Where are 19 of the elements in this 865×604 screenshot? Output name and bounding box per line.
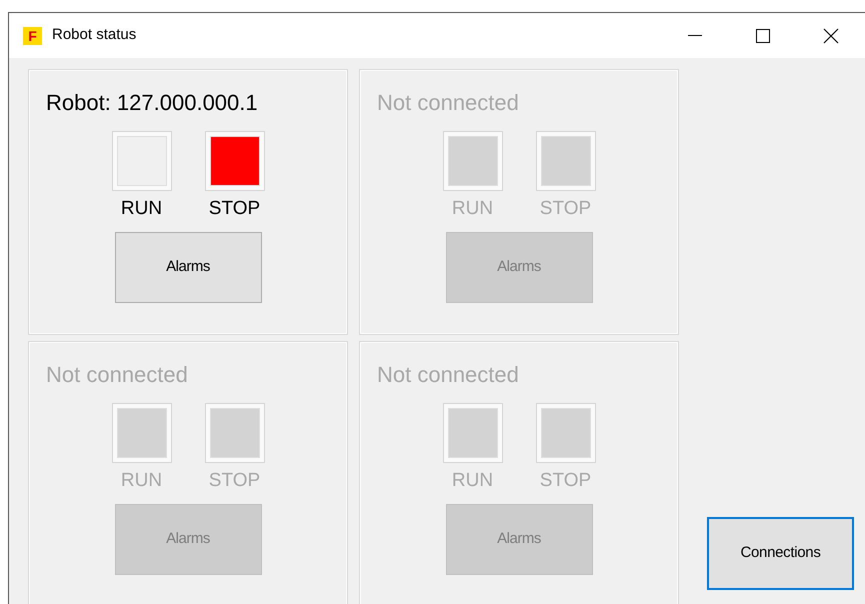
maximize-icon <box>755 28 771 44</box>
lamp-label: RUN <box>120 197 162 221</box>
lamp-label: STOP <box>540 469 592 493</box>
connections-button[interactable]: Connections <box>707 517 854 590</box>
lamp-label: STOP <box>208 197 260 221</box>
panel-title: Not connected <box>377 89 519 117</box>
app-icon: F <box>23 26 42 44</box>
minimize-icon <box>688 35 702 36</box>
panel-title: Not connected <box>46 361 188 389</box>
window-title: Robot status <box>52 25 136 46</box>
lamp-label: RUN <box>452 469 494 493</box>
lamp-label: RUN <box>120 469 162 493</box>
panel-title: Robot: 127.000.000.1 <box>46 89 258 117</box>
lamp-label: STOP <box>540 197 592 221</box>
alarms-button[interactable]: Alarms <box>114 232 262 303</box>
lamp-label: RUN <box>452 197 494 221</box>
panel-title: Not connected <box>377 361 519 389</box>
lamp-label: STOP <box>208 469 260 493</box>
close-icon <box>823 28 839 44</box>
